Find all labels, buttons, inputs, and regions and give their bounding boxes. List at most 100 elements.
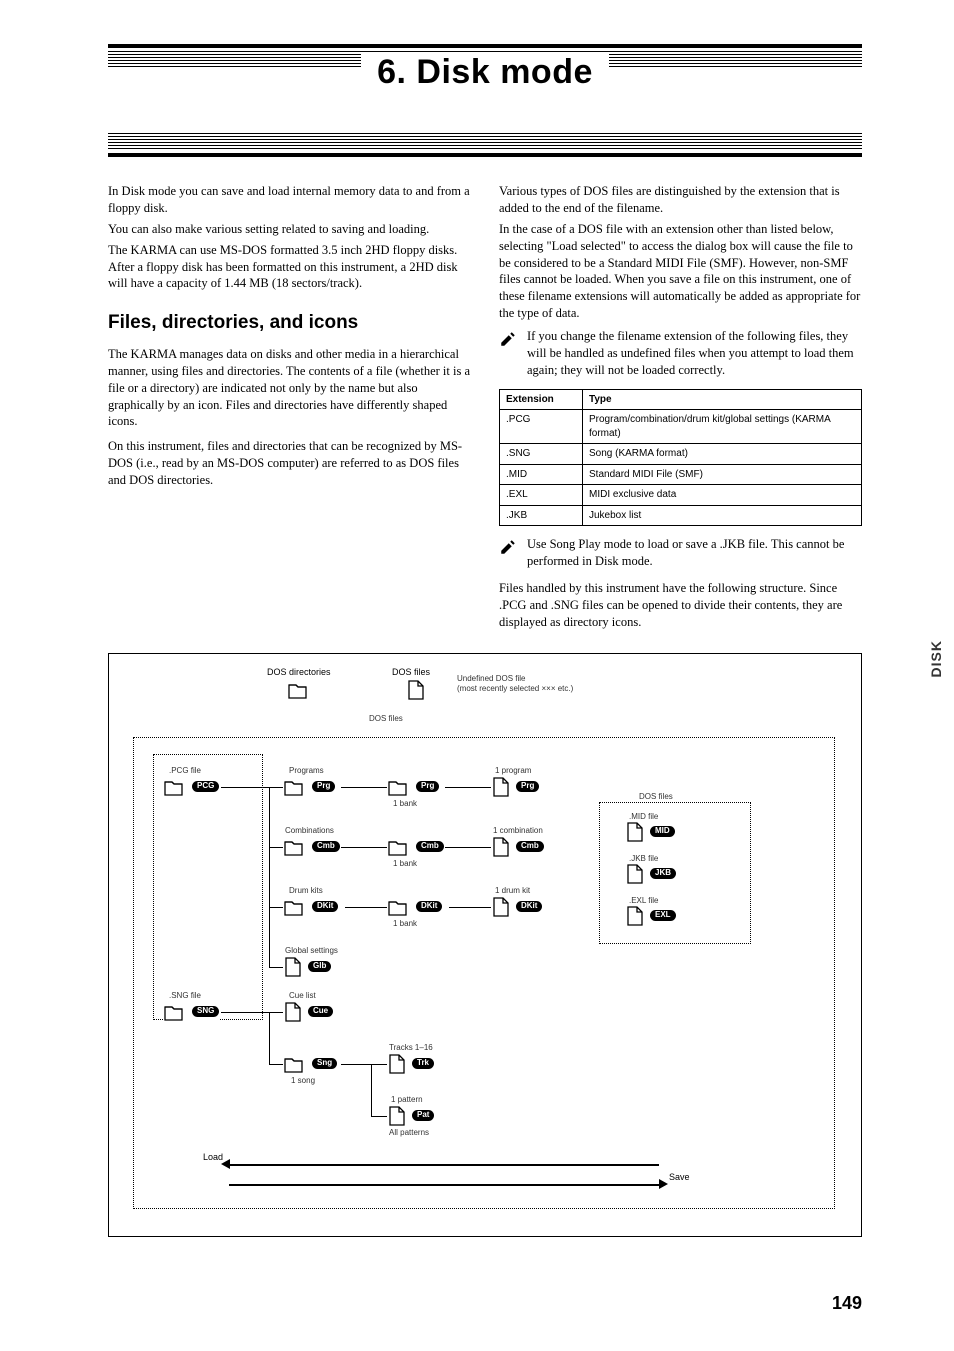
- load-label: Load: [203, 1151, 223, 1163]
- bank-node: Prg: [387, 777, 440, 797]
- tracks-node: Trk: [387, 1054, 435, 1074]
- prg-badge: Prg: [516, 781, 539, 792]
- dkit-badge: DKit: [416, 901, 442, 912]
- section1-p1: The KARMA manages data on disks and othe…: [108, 346, 471, 430]
- file-header: DOS files: [392, 666, 430, 678]
- jkb-node: JKB: [625, 864, 677, 884]
- exl-badge: EXL: [650, 910, 676, 921]
- jkb-badge: JKB: [650, 868, 676, 879]
- folder-icon: [287, 680, 311, 700]
- pcg-root-node: PCG: [163, 777, 220, 797]
- mid-badge: MID: [650, 826, 675, 837]
- dkit-badge: DKit: [516, 901, 542, 912]
- intro-p2: You can also make various setting relate…: [108, 221, 471, 238]
- dir-header: DOS directories: [267, 666, 331, 678]
- ext-cell: .EXL: [500, 485, 583, 506]
- dkit-badge: DKit: [312, 901, 338, 912]
- exl-label: .EXL file: [629, 896, 659, 907]
- prg-badge: Prg: [312, 781, 335, 792]
- program-node: Prg: [491, 777, 540, 797]
- ext-cell: .JKB: [500, 505, 583, 526]
- dkit-bank-node: DKit: [387, 897, 443, 917]
- pattern-node: Pat: [387, 1106, 435, 1126]
- section-heading-files: Files, directories, and icons: [108, 310, 471, 336]
- combis-label: Combinations: [285, 826, 334, 837]
- note-text: If you change the filename extension of …: [527, 328, 862, 379]
- exl-node: EXL: [625, 906, 677, 926]
- ext-cell: Jukebox list: [583, 505, 862, 526]
- combis-node: Cmb: [283, 837, 341, 857]
- dkit-label: 1 drum kit: [495, 886, 530, 897]
- side-tab: DISK: [927, 640, 946, 677]
- combi-node: Cmb: [491, 837, 545, 857]
- sng-root-label: .SNG file: [169, 991, 201, 1002]
- prg-badge: Prg: [416, 781, 439, 792]
- cmb-badge: Cmb: [416, 841, 444, 852]
- tracks-label: Tracks 1–16: [389, 1043, 433, 1054]
- ext-cell: .SNG: [500, 444, 583, 465]
- left-column: In Disk mode you can save and load inter…: [108, 183, 471, 635]
- right-p2: In the case of a DOS file with an extens…: [499, 221, 862, 322]
- dkits-node: DKit: [283, 897, 339, 917]
- programs-label: Programs: [289, 766, 324, 777]
- mid-node: MID: [625, 822, 676, 842]
- save-label: Save: [669, 1171, 690, 1183]
- dkit-node: DKit: [491, 897, 543, 917]
- combi-bank-node: Cmb: [387, 837, 445, 857]
- arrow-right-icon: [659, 1179, 668, 1189]
- intro-p3: The KARMA can use MS-DOS formatted 3.5 i…: [108, 242, 471, 293]
- glb-badge: Glb: [308, 961, 331, 972]
- section1-p2: On this instrument, files and directorie…: [108, 438, 471, 489]
- right-p3: Files handled by this instrument have th…: [499, 580, 862, 631]
- pattern-label: 1 pattern: [391, 1095, 423, 1106]
- note-text: Use Song Play mode to load or save a .JK…: [527, 536, 862, 570]
- combi-label: 1 combination: [493, 826, 543, 837]
- programs-node: Prg: [283, 777, 336, 797]
- song-label: 1 song: [291, 1076, 315, 1087]
- pencil-icon: [499, 536, 519, 570]
- ext-cell: Program/combination/drum kit/global sett…: [583, 410, 862, 444]
- sng-root-node: SNG: [163, 1002, 220, 1022]
- file-icon: [406, 680, 426, 700]
- intro-p1: In Disk mode you can save and load inter…: [108, 183, 471, 217]
- trk-badge: Trk: [412, 1058, 434, 1069]
- pencil-icon: [499, 328, 519, 379]
- combi-bank-label: 1 bank: [393, 859, 417, 870]
- cue-badge: Cue: [308, 1006, 333, 1017]
- page-number: 149: [832, 1291, 862, 1315]
- allpat-label: All patterns: [389, 1128, 429, 1139]
- cue-label: Cue list: [289, 991, 316, 1002]
- global-node: Glb: [283, 957, 332, 977]
- ext-header-type: Type: [583, 389, 862, 410]
- global-label: Global settings: [285, 946, 338, 957]
- right-column: Various types of DOS files are distingui…: [499, 183, 862, 635]
- right-box-hint: DOS files: [639, 792, 673, 803]
- program-label: 1 program: [495, 766, 531, 777]
- chapter-title: 6. Disk mode: [108, 50, 862, 96]
- ext-cell: .MID: [500, 464, 583, 485]
- chapter-title-block: 6. Disk mode: [108, 44, 862, 159]
- sng-badge: SNG: [192, 1006, 219, 1017]
- ext-cell: Song (KARMA format): [583, 444, 862, 465]
- note-extension-warning: If you change the filename extension of …: [499, 328, 862, 379]
- cue-node: Cue: [283, 1002, 334, 1022]
- pcg-root-label: .PCG file: [169, 766, 201, 777]
- bank-label: 1 bank: [393, 799, 417, 810]
- ext-cell: MIDI exclusive data: [583, 485, 862, 506]
- extension-table: Extension Type .PCGProgram/combination/d…: [499, 389, 862, 527]
- song-node: Sng: [283, 1054, 338, 1074]
- pat-badge: Pat: [412, 1110, 434, 1121]
- jkb-label: .JKB file: [629, 854, 658, 865]
- ext-header-ext: Extension: [500, 389, 583, 410]
- dos-files-hint: DOS files: [369, 714, 403, 725]
- pcg-badge: PCG: [192, 781, 219, 792]
- note-jkb: Use Song Play mode to load or save a .JK…: [499, 536, 862, 570]
- cmb-badge: Cmb: [312, 841, 340, 852]
- file-structure-diagram: DOS directories DOS files Undefined DOS …: [108, 653, 862, 1237]
- sng1-badge: Sng: [312, 1058, 337, 1069]
- dkits-label: Drum kits: [289, 886, 323, 897]
- right-p1: Various types of DOS files are distingui…: [499, 183, 862, 217]
- dkit-bank-label: 1 bank: [393, 919, 417, 930]
- undef-sub: (most recently selected ××× etc.): [457, 684, 573, 695]
- ext-cell: Standard MIDI File (SMF): [583, 464, 862, 485]
